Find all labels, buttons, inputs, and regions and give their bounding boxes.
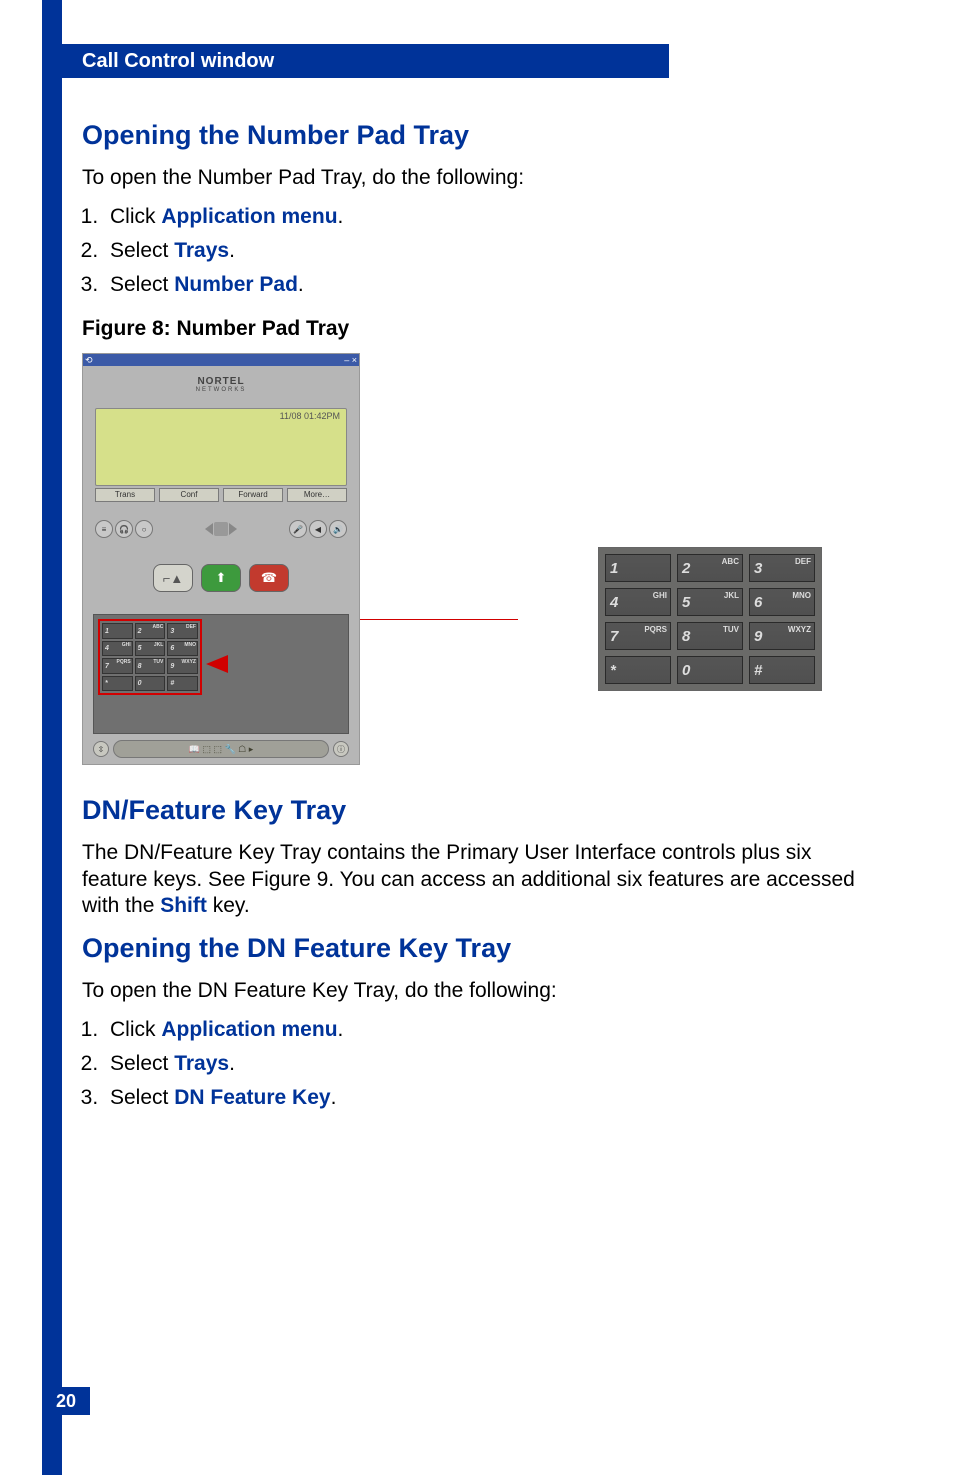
softkey-trans[interactable]: Trans: [95, 488, 155, 502]
callout-line: [358, 619, 518, 620]
key-9[interactable]: 9WXYZ: [167, 658, 198, 674]
zoom-key-7[interactable]: 7PQRS: [605, 622, 671, 650]
key-2[interactable]: 2ABC: [135, 623, 166, 639]
info-icon[interactable]: ⓘ: [333, 741, 349, 757]
zoom-key-4[interactable]: 4GHI: [605, 588, 671, 616]
softkey-forward[interactable]: Forward: [223, 488, 283, 502]
softkey-more[interactable]: More…: [287, 488, 347, 502]
key-6[interactable]: 6MNO: [167, 641, 198, 657]
menu-icon[interactable]: ≡: [95, 520, 113, 538]
answer-button[interactable]: ⬆: [201, 564, 241, 592]
zoom-key-star[interactable]: *: [605, 656, 671, 684]
vol-up-icon[interactable]: 🔊: [329, 520, 347, 538]
section1-intro: To open the Number Pad Tray, do the foll…: [82, 165, 872, 191]
left-margin-bar: [42, 0, 62, 1475]
step: Select Trays.: [104, 239, 872, 263]
key-5[interactable]: 5JKL: [135, 641, 166, 657]
softphone-title-bar: ⟲ – ×: [83, 354, 359, 366]
callout-arrow-icon: [206, 655, 228, 673]
zoom-key-5[interactable]: 5JKL: [677, 588, 743, 616]
nortel-logo: NORTEL NETWORKS: [83, 376, 359, 393]
key-7[interactable]: 7PQRS: [102, 658, 133, 674]
section2-title: DN/Feature Key Tray: [82, 795, 872, 826]
zoom-key-6[interactable]: 6MNO: [749, 588, 815, 616]
link[interactable]: Application menu: [161, 205, 337, 228]
page-number: 20: [42, 1387, 90, 1415]
step: Select DN Feature Key.: [104, 1086, 872, 1110]
softphone-window: ⟲ – × NORTEL NETWORKS 11/08 01:42PM Tran…: [82, 353, 360, 765]
link[interactable]: Number Pad: [174, 273, 298, 296]
zoom-key-3[interactable]: 3DEF: [749, 554, 815, 582]
mute-icon[interactable]: 🎤: [289, 520, 307, 538]
section1-steps: Click Application menu. Select Trays. Se…: [104, 205, 872, 297]
headset-icon[interactable]: 🎧: [115, 520, 133, 538]
scroll-icon[interactable]: ⇳: [93, 741, 109, 757]
hold-button[interactable]: ⌐▲: [153, 564, 193, 592]
key-star[interactable]: *: [102, 676, 133, 692]
bottom-tray: ⇳ 📖 ⬚ ⬚ 🔧 ☖ ▸ ⓘ: [93, 738, 349, 760]
circle-icon[interactable]: ○: [135, 520, 153, 538]
softkey-conf[interactable]: Conf: [159, 488, 219, 502]
nav-left-icon[interactable]: [205, 523, 213, 535]
title-bar-controls[interactable]: – ×: [344, 355, 357, 365]
link[interactable]: Application menu: [161, 1018, 337, 1041]
zoom-key-2[interactable]: 2ABC: [677, 554, 743, 582]
nav-right-icon[interactable]: [229, 523, 237, 535]
key-hash[interactable]: #: [167, 676, 198, 692]
title-bar-icon[interactable]: ⟲: [85, 355, 93, 366]
step: Select Number Pad.: [104, 273, 872, 297]
link[interactable]: Trays: [174, 1052, 229, 1075]
figure-8: ⟲ – × NORTEL NETWORKS 11/08 01:42PM Tran…: [82, 353, 872, 765]
step: Select Trays.: [104, 1052, 872, 1076]
release-button[interactable]: ☎: [249, 564, 289, 592]
zoom-key-hash[interactable]: #: [749, 656, 815, 684]
zoom-key-1[interactable]: 1: [605, 554, 671, 582]
key-4[interactable]: 4GHI: [102, 641, 133, 657]
link[interactable]: Trays: [174, 239, 229, 262]
call-button-row: ⌐▲ ⬆ ☎: [153, 564, 289, 592]
section3-steps: Click Application menu. Select Trays. Se…: [104, 1018, 872, 1110]
link[interactable]: DN Feature Key: [174, 1086, 330, 1109]
lcd-display: 11/08 01:42PM: [95, 408, 347, 486]
section3-title: Opening the DN Feature Key Tray: [82, 933, 872, 964]
key-1[interactable]: 1: [102, 623, 133, 639]
zoom-key-9[interactable]: 9WXYZ: [749, 622, 815, 650]
tray-center-icons[interactable]: 📖 ⬚ ⬚ 🔧 ☖ ▸: [113, 740, 329, 758]
key-3[interactable]: 3DEF: [167, 623, 198, 639]
zoom-key-8[interactable]: 8TUV: [677, 622, 743, 650]
key-0[interactable]: 0: [135, 676, 166, 692]
key-8[interactable]: 8TUV: [135, 658, 166, 674]
header-title: Call Control window: [82, 50, 274, 73]
step: Click Application menu.: [104, 1018, 872, 1042]
step: Click Application menu.: [104, 205, 872, 229]
control-row: ≡ 🎧 ○ 🎤 ◀ 🔊: [95, 514, 347, 544]
section3-intro: To open the DN Feature Key Tray, do the …: [82, 978, 872, 1004]
section2-body: The DN/Feature Key Tray contains the Pri…: [82, 840, 872, 919]
zoom-key-0[interactable]: 0: [677, 656, 743, 684]
lcd-time: 11/08 01:42PM: [280, 411, 340, 421]
page-header: Call Control window: [42, 44, 669, 78]
nav-center-icon[interactable]: [214, 522, 228, 536]
numpad-tray-area: 1 2ABC 3DEF 4GHI 5JKL 6MNO 7PQRS 8TUV 9W…: [93, 614, 349, 734]
numpad-zoom: 1 2ABC 3DEF 4GHI 5JKL 6MNO 7PQRS 8TUV 9W…: [598, 547, 822, 691]
vol-down-icon[interactable]: ◀: [309, 520, 327, 538]
shift-link[interactable]: Shift: [160, 894, 207, 917]
numpad-highlight: 1 2ABC 3DEF 4GHI 5JKL 6MNO 7PQRS 8TUV 9W…: [98, 619, 202, 695]
nav-cluster[interactable]: [205, 522, 237, 536]
figure-caption: Figure 8: Number Pad Tray: [82, 317, 872, 341]
section1-title: Opening the Number Pad Tray: [82, 120, 872, 151]
softkey-row: Trans Conf Forward More…: [95, 488, 347, 502]
